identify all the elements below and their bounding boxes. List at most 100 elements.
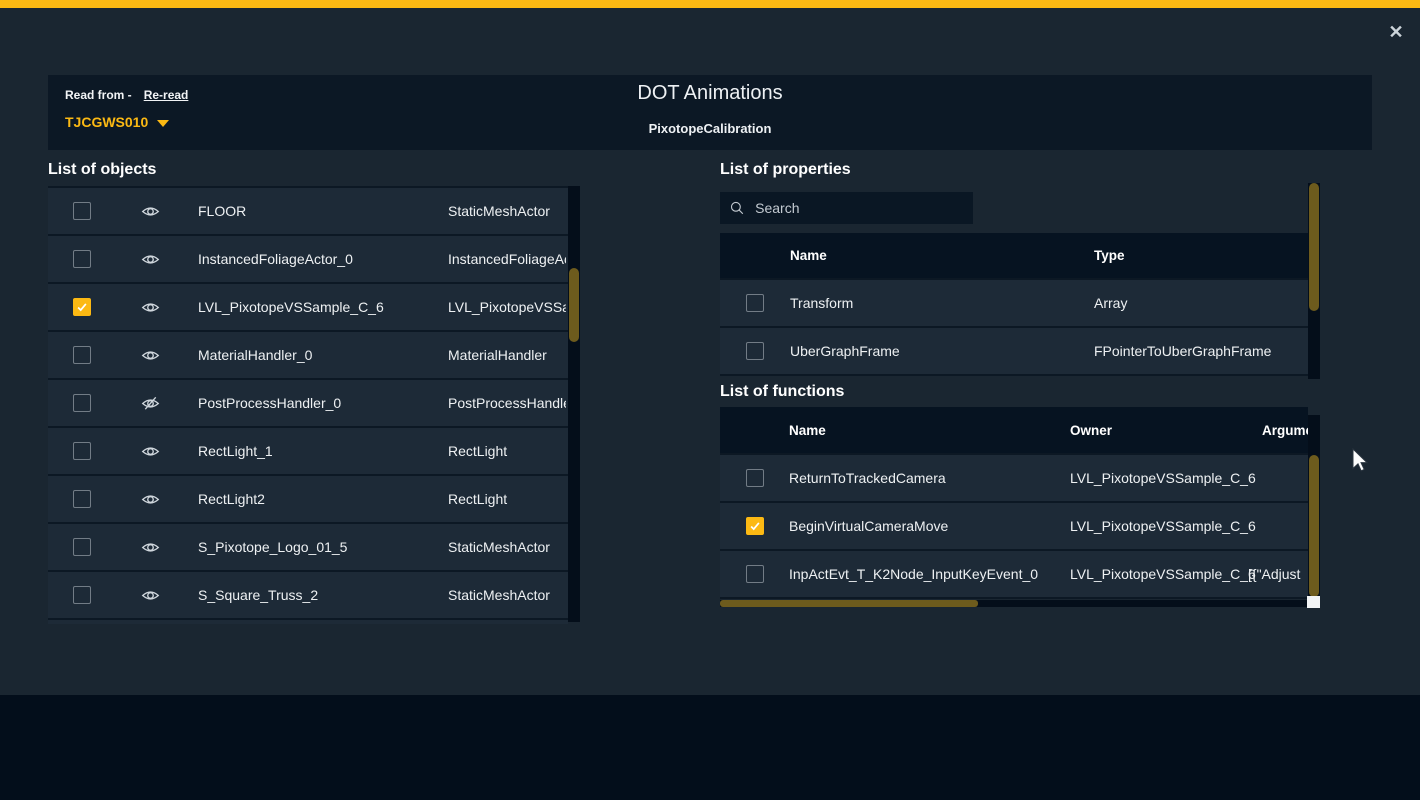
dialog-title: DOT Animations	[48, 82, 1372, 105]
dialog-subtitle: PixotopeCalibration	[48, 121, 1372, 136]
search-box[interactable]	[720, 192, 973, 224]
functions-horizontal-scrollbar-thumb[interactable]	[720, 600, 978, 607]
close-icon[interactable]: ✕	[1384, 20, 1408, 44]
object-type: StaticMeshActor	[448, 524, 566, 570]
scrollbar-corner	[1307, 596, 1320, 608]
object-type: RectLight	[448, 428, 566, 474]
function-row[interactable]: ReturnToTrackedCamera LVL_PixotopeVSSampl…	[720, 455, 1308, 503]
function-row[interactable]: InpActEvt_T_K2Node_InputKeyEvent_0 LVL_Pi…	[720, 551, 1308, 599]
object-row[interactable]: RectLight2 RectLight	[48, 476, 568, 524]
property-row[interactable]: TransformArray	[720, 280, 1308, 328]
column-header-name: Name	[790, 233, 827, 278]
object-name: InstancedFoliageActor_0	[198, 236, 353, 282]
eye-icon[interactable]	[141, 332, 160, 378]
function-name: InpActEvt_T_K2Node_InputKeyEvent_0	[789, 551, 1038, 597]
object-row[interactable]: InstancedFoliageActor_0 InstancedFoliageA…	[48, 236, 568, 284]
object-type: MaterialHandler	[448, 332, 566, 378]
eye-icon[interactable]	[141, 236, 160, 282]
function-arguments	[1248, 455, 1308, 501]
objects-scrollbar-thumb[interactable]	[569, 268, 579, 342]
dialog-footer: Cancel Select	[0, 695, 1420, 800]
property-name: UberGraphFrame	[790, 328, 900, 374]
properties-rows: TransformArrayUberGraphFrame FPointerToUb…	[720, 280, 1308, 376]
eye-icon[interactable]	[141, 524, 160, 570]
object-name: S_Pixotope_Logo_01_5	[198, 524, 347, 570]
object-type: LVL_PixotopeVSSample	[448, 284, 566, 330]
row-checkbox[interactable]	[73, 346, 91, 364]
functions-rows: ReturnToTrackedCamera LVL_PixotopeVSSampl…	[720, 455, 1308, 599]
object-name: LVL_PixotopeVSSample_C_6	[198, 284, 384, 330]
row-checkbox[interactable]	[73, 394, 91, 412]
row-checkbox[interactable]	[73, 490, 91, 508]
eye-icon[interactable]	[141, 428, 160, 474]
objects-table: FLOORStaticMeshActorInstancedFoliageActo…	[48, 186, 568, 624]
functions-table-header: Name Owner Arguments	[720, 407, 1308, 455]
dialog: ✕ Read from -Re-read TJCGWS010 DOT Anima…	[0, 0, 1420, 800]
object-type: StaticMeshActor	[448, 572, 566, 618]
mouse-cursor	[1352, 448, 1371, 475]
function-row[interactable]: BeginVirtualCameraMove LVL_PixotopeVSSamp…	[720, 503, 1308, 551]
object-row[interactable]: S_Pixotope_Logo_01_5 StaticMeshActor	[48, 524, 568, 572]
object-type: PostProcessHandler	[448, 380, 566, 426]
top-accent-bar	[0, 0, 1420, 8]
functions-horizontal-scrollbar[interactable]	[720, 600, 1308, 607]
objects-scrollbar[interactable]	[568, 186, 580, 622]
search-input[interactable]	[753, 199, 963, 217]
object-row[interactable]: MaterialHandler_0 MaterialHandler	[48, 332, 568, 380]
function-name: BeginVirtualCameraMove	[789, 503, 948, 549]
property-name: Transform	[790, 280, 853, 326]
row-checkbox-checked[interactable]	[73, 298, 91, 316]
object-type: RectLight	[448, 476, 566, 522]
column-header-name: Name	[789, 407, 826, 453]
property-type: FPointerToUberGraphFrame	[1094, 328, 1271, 374]
row-checkbox[interactable]	[73, 538, 91, 556]
eye-icon[interactable]	[141, 476, 160, 522]
eye-icon[interactable]	[141, 572, 160, 618]
function-owner: LVL_PixotopeVSSample_C_6	[1070, 455, 1256, 501]
column-header-owner: Owner	[1070, 407, 1112, 453]
row-checkbox[interactable]	[746, 294, 764, 312]
row-checkbox-checked[interactable]	[746, 517, 764, 535]
objects-rows: FLOORStaticMeshActorInstancedFoliageActo…	[48, 188, 568, 624]
object-row[interactable]: S_Square_Truss_2 StaticMeshActor	[48, 572, 568, 620]
object-type: InstancedFoliageActor	[448, 236, 566, 282]
property-row[interactable]: UberGraphFrame FPointerToUberGraphFrame	[720, 328, 1308, 376]
object-row[interactable]: FLOORStaticMeshActor	[48, 188, 568, 236]
dialog-header: Read from -Re-read TJCGWS010 DOT Animati…	[48, 75, 1372, 150]
properties-table: Name Type TransformArrayUberGraphFrame FP…	[720, 233, 1308, 376]
function-arguments: [{"Adjust	[1248, 551, 1308, 597]
function-owner: LVL_PixotopeVSSample_C_6	[1070, 503, 1256, 549]
properties-heading: List of properties	[720, 161, 851, 179]
object-name: S_Square_Truss_2	[198, 572, 318, 618]
eye-off-icon[interactable]	[141, 380, 160, 426]
eye-icon[interactable]	[141, 188, 160, 234]
row-checkbox[interactable]	[746, 469, 764, 487]
functions-scrollbar[interactable]	[1308, 415, 1320, 597]
object-name: MaterialHandler_0	[198, 332, 312, 378]
row-checkbox[interactable]	[73, 586, 91, 604]
eye-icon[interactable]	[141, 284, 160, 330]
column-header-arguments: Arguments	[1262, 407, 1308, 453]
properties-scrollbar[interactable]	[1308, 183, 1320, 379]
functions-heading: List of functions	[720, 383, 844, 401]
object-row[interactable]: PostProcessHandler_0 PostProcessHandler	[48, 380, 568, 428]
object-row[interactable]: LVL_PixotopeVSSample_C_6 LVL_PixotopeVSSa…	[48, 284, 568, 332]
object-type: StaticMeshActor	[448, 188, 566, 234]
row-checkbox[interactable]	[746, 342, 764, 360]
function-name: ReturnToTrackedCamera	[789, 455, 946, 501]
functions-scrollbar-thumb[interactable]	[1309, 455, 1319, 597]
function-owner: LVL_PixotopeVSSample_C_6	[1070, 551, 1256, 597]
search-icon	[730, 200, 744, 216]
properties-scrollbar-thumb[interactable]	[1309, 183, 1319, 311]
functions-table: Name Owner Arguments ReturnToTrackedCame…	[720, 407, 1308, 599]
object-name: PostProcessHandler_0	[198, 380, 341, 426]
row-checkbox[interactable]	[73, 202, 91, 220]
object-name: RectLight_1	[198, 428, 273, 474]
function-arguments	[1248, 503, 1308, 549]
properties-table-header: Name Type	[720, 233, 1308, 280]
row-checkbox[interactable]	[746, 565, 764, 583]
object-name: RectLight2	[198, 476, 265, 522]
row-checkbox[interactable]	[73, 250, 91, 268]
object-row[interactable]: RectLight_1 RectLight	[48, 428, 568, 476]
row-checkbox[interactable]	[73, 442, 91, 460]
